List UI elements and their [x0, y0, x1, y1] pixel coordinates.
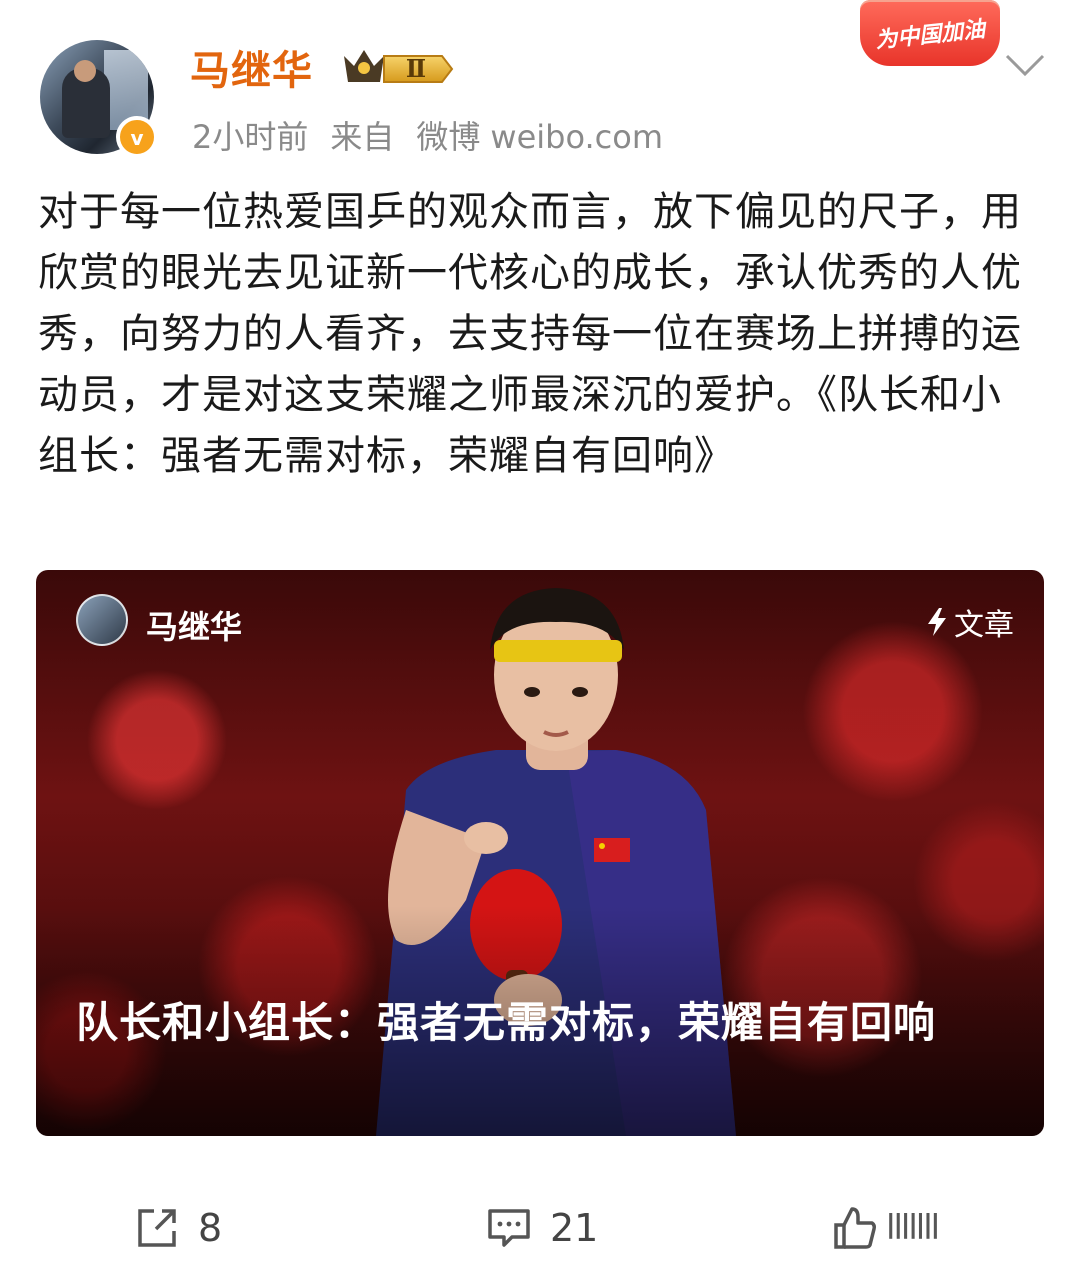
like-icon [834, 1207, 876, 1249]
card-type-label: 文章 [954, 608, 1014, 643]
share-button[interactable]: 8 [134, 1200, 222, 1256]
comment-button[interactable]: 21 [486, 1200, 598, 1256]
author-name[interactable]: 马继华 [190, 38, 313, 96]
verified-badge: v [116, 116, 158, 158]
comment-count: 21 [550, 1206, 599, 1250]
avatar-person [62, 60, 110, 138]
source-prefix: 来自 [330, 118, 395, 156]
level-crown-icon[interactable]: Ⅱ [340, 44, 454, 88]
like-button[interactable]: lllllll [832, 1200, 940, 1256]
source-name: 微博 [416, 118, 481, 156]
share-count: 8 [198, 1206, 223, 1250]
card-author-name: 马继华 [146, 608, 243, 646]
card-author-avatar [76, 594, 128, 646]
like-count: lllllll [886, 1208, 940, 1248]
post-time: 2小时前 [192, 118, 309, 156]
chevron-down-icon[interactable] [1004, 52, 1046, 78]
post-meta: 2小时前 来自 微博 weibo.com [192, 112, 663, 158]
card-type: 文章 [926, 600, 1014, 644]
verified-mark: v [130, 126, 144, 150]
comment-icon [488, 1209, 530, 1247]
campaign-badge[interactable]: 为中国加油 [860, 0, 1000, 66]
article-card[interactable]: 马继华 文章 队长和小组长：强者无需对标，荣耀自有回响 [36, 570, 1044, 1136]
post-body: 对于每一位热爱国乒的观众而言，放下偏见的尺子，用欣赏的眼光去见证新一代核心的成长… [38, 189, 1022, 479]
source-domain: weibo.com [490, 118, 663, 156]
lightning-icon [928, 608, 946, 636]
share-icon [138, 1209, 176, 1247]
svg-text:Ⅱ: Ⅱ [406, 54, 426, 83]
card-title: 队长和小组长：强者无需对标，荣耀自有回响 [76, 998, 937, 1047]
